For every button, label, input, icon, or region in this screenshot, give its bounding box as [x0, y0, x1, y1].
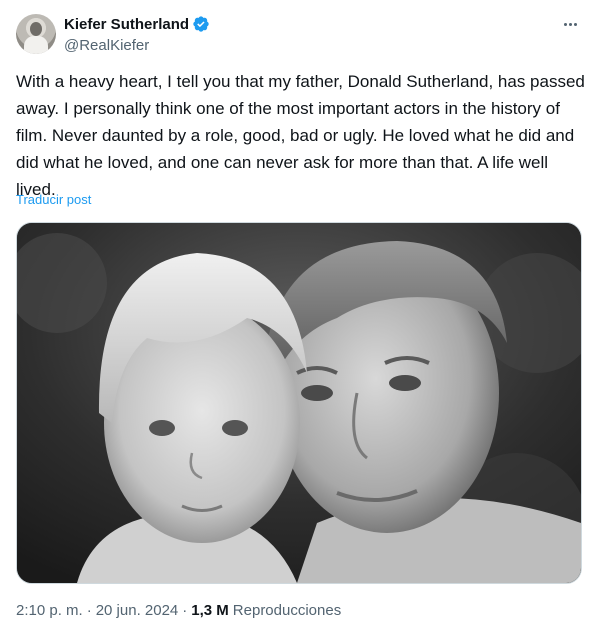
post-date[interactable]: 20 jun. 2024 [96, 602, 179, 619]
translate-post-link[interactable]: Traducir post [16, 192, 91, 207]
meta-separator: · [86, 602, 92, 619]
views-label: Reproducciones [232, 602, 342, 619]
avatar-torso-shape [24, 36, 48, 54]
man-eye-right [389, 375, 421, 391]
child-eye-right [222, 420, 248, 436]
more-dot [568, 22, 572, 26]
author-handle[interactable]: @RealKiefer [64, 37, 210, 54]
more-dot [563, 22, 567, 26]
meta-separator: · [182, 602, 188, 619]
tweet-photo[interactable] [16, 222, 582, 584]
verified-badge-icon[interactable] [192, 15, 210, 33]
tweet-card: Kiefer Sutherland @RealKiefer With a hea… [0, 0, 598, 637]
man-eye-left [301, 385, 333, 401]
avatar-head-shape [30, 22, 42, 36]
tweet-text: With a heavy heart, I tell you that my f… [16, 72, 585, 199]
author-display-name[interactable]: Kiefer Sutherland [64, 16, 189, 33]
tweet-meta: 2:10 p. m. · 20 jun. 2024 · 1,3 M Reprod… [16, 602, 341, 619]
more-dot [573, 22, 577, 26]
more-options-icon[interactable] [558, 14, 582, 34]
child-eye-left [149, 420, 175, 436]
avatar[interactable] [16, 14, 56, 54]
post-time[interactable]: 2:10 p. m. [16, 602, 83, 619]
display-name-row: Kiefer Sutherland [64, 14, 210, 34]
photo-illustration [17, 223, 581, 583]
tweet-header: Kiefer Sutherland @RealKiefer [16, 12, 582, 56]
views-count: 1,3 M [191, 602, 229, 619]
author-names: Kiefer Sutherland @RealKiefer [64, 14, 210, 54]
